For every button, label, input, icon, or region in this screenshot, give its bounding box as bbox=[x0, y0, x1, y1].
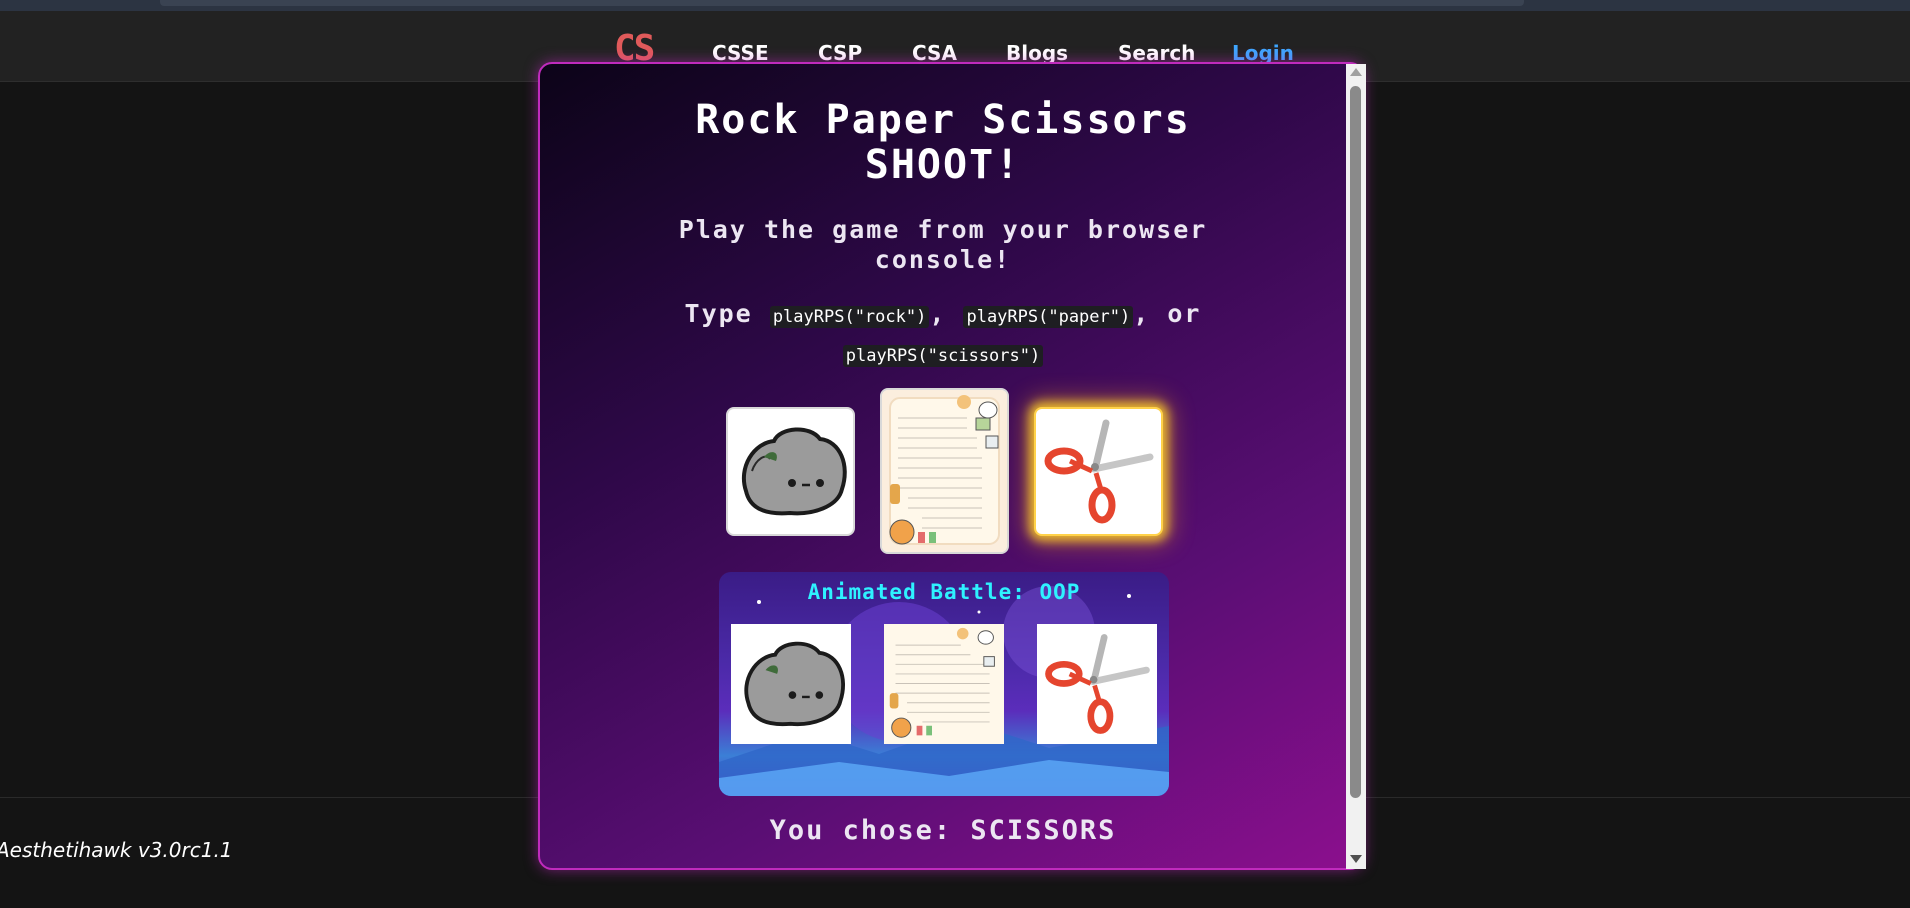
result-label: You chose: bbox=[769, 815, 953, 846]
code-paper: playRPS("paper") bbox=[963, 306, 1134, 328]
browser-address-strip bbox=[160, 0, 1524, 6]
choice-scissors[interactable] bbox=[1034, 407, 1163, 536]
scissors-icon bbox=[1044, 419, 1154, 524]
nav-link-login[interactable]: Login bbox=[1232, 43, 1294, 63]
code-scissors: playRPS("scissors") bbox=[842, 345, 1044, 367]
paper-icon bbox=[882, 390, 1007, 552]
instr-type-label: Type bbox=[684, 299, 753, 328]
battle-paper bbox=[884, 624, 1004, 744]
rock-icon bbox=[742, 427, 847, 516]
footer-version: Aesthetihawk v3.0rc1.1 bbox=[0, 838, 233, 862]
game-title: Rock Paper Scissors SHOOT! bbox=[538, 98, 1348, 188]
battle-scissors-icon bbox=[1045, 634, 1150, 734]
battle-scissors bbox=[1037, 624, 1157, 744]
nav-link-csse[interactable]: CSSE bbox=[712, 43, 769, 63]
choice-rock[interactable] bbox=[726, 407, 855, 536]
battle-rock bbox=[731, 624, 851, 744]
game-subtitle-line1: Play the game from your browser bbox=[678, 215, 1208, 244]
instr-comma: , bbox=[929, 299, 947, 328]
game-title-line1: Rock Paper Scissors bbox=[695, 97, 1191, 143]
scroll-down-arrow-icon[interactable] bbox=[1350, 855, 1362, 863]
scroll-up-arrow-icon[interactable] bbox=[1350, 68, 1362, 76]
result-text: You chose: SCISSORS bbox=[538, 815, 1348, 846]
instr-or: , or bbox=[1133, 299, 1202, 328]
animated-battle-panel: Animated Battle: OOP bbox=[719, 572, 1169, 796]
nav-link-csa[interactable]: CSA bbox=[912, 43, 957, 63]
panel-scrollbar[interactable] bbox=[1346, 64, 1366, 869]
choice-paper[interactable] bbox=[880, 388, 1009, 554]
game-instructions: Type playRPS("rock"), playRPS("paper"), … bbox=[600, 296, 1286, 374]
game-subtitle-line2: console! bbox=[874, 245, 1012, 274]
nav-link-search[interactable]: Search bbox=[1118, 43, 1195, 63]
browser-top-strip bbox=[0, 0, 1910, 11]
nav-link-csp[interactable]: CSP bbox=[818, 43, 862, 63]
result-value: SCISSORS bbox=[970, 815, 1117, 846]
game-title-line2: SHOOT! bbox=[864, 142, 1022, 188]
code-rock: playRPS("rock") bbox=[769, 306, 930, 328]
battle-title: Animated Battle: OOP bbox=[807, 580, 1081, 604]
nav-link-blogs[interactable]: Blogs bbox=[1006, 43, 1068, 63]
battle-paper-icon bbox=[889, 627, 995, 738]
scrollbar-thumb[interactable] bbox=[1350, 86, 1361, 798]
battle-rock-icon bbox=[744, 641, 846, 727]
game-subtitle: Play the game from your browser console! bbox=[538, 215, 1348, 275]
